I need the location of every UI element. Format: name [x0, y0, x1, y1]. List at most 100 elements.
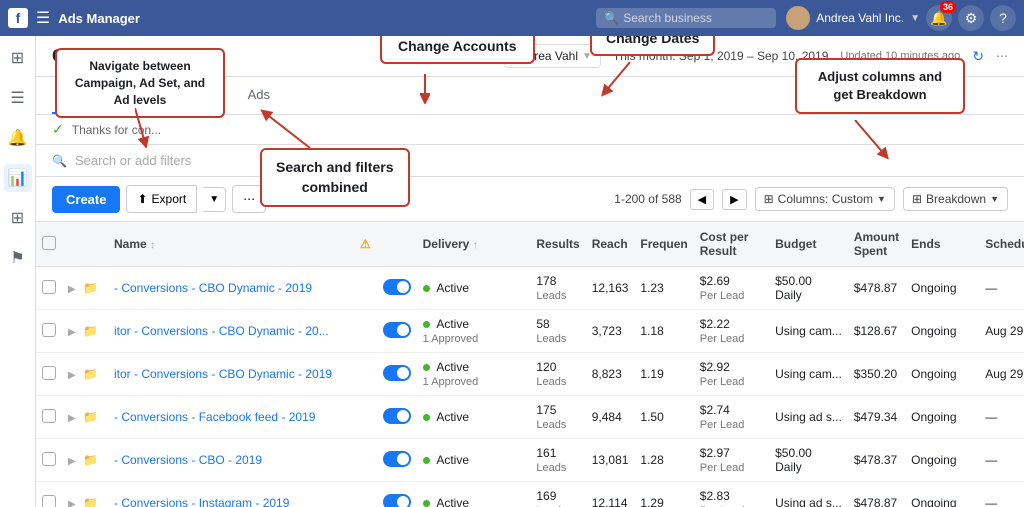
status-dot	[423, 364, 430, 371]
notifications-button[interactable]: 🔔 36	[926, 5, 952, 31]
campaign-name[interactable]: - Conversions - Facebook feed - 2019	[114, 410, 315, 424]
cell-edit	[518, 353, 530, 396]
expand-icon[interactable]: ▶	[68, 370, 76, 381]
expand-icon[interactable]: ▶	[68, 327, 76, 338]
pagination-next-button[interactable]: ▶	[722, 189, 746, 210]
col-results[interactable]: Results	[530, 222, 585, 267]
avatar	[786, 6, 810, 30]
row-checkbox[interactable]	[42, 409, 56, 423]
cell-results: 58 Leads	[530, 310, 585, 353]
delivery-status: Active	[436, 453, 469, 467]
more-button[interactable]: ⋯	[232, 185, 266, 213]
delivery-toggle[interactable]	[383, 408, 411, 424]
expand-icon[interactable]: ▶	[68, 456, 76, 467]
col-name[interactable]: Name ↕	[108, 222, 354, 267]
notification-bar: ✓ Thanks for con...	[36, 115, 1024, 145]
export-dropdown-button[interactable]: ▼	[203, 187, 226, 212]
col-spent[interactable]: AmountSpent	[848, 222, 905, 267]
col-toggle	[377, 222, 417, 267]
delivery-status: Active	[436, 496, 469, 507]
results-value: 161	[536, 446, 556, 460]
main-content: Campaigns Andrea Vahl ▼ This month: Sep …	[36, 36, 1024, 507]
reach-value: 12,114	[592, 496, 628, 507]
cell-cost: $2.97 Per Lead	[694, 439, 769, 482]
refresh-button[interactable]: ↻	[972, 48, 984, 65]
col-reach[interactable]: Reach	[586, 222, 635, 267]
budget-value: Using cam...	[775, 324, 842, 338]
more-options-icon[interactable]: ⋯	[996, 49, 1008, 63]
toolbar-left: Create ⬆ Export ▼ ⋯	[52, 185, 266, 213]
cell-edit	[518, 310, 530, 353]
export-button[interactable]: ⬆ Export	[126, 185, 197, 213]
cell-name: itor - Conversions - CBO Dynamic - 20...	[108, 310, 354, 353]
sidebar-grid-icon[interactable]: ⊞	[4, 204, 32, 232]
breakdown-button[interactable]: ⊞ Breakdown ▼	[903, 187, 1008, 211]
global-search-box[interactable]: 🔍	[596, 8, 776, 28]
folder-icon: 📁	[83, 453, 98, 467]
campaign-name[interactable]: - Conversions - CBO - 2019	[114, 453, 262, 467]
expand-icon[interactable]: ▶	[68, 413, 76, 424]
sidebar-home-icon[interactable]: ⊞	[4, 44, 32, 72]
delivery-toggle[interactable]	[383, 365, 411, 381]
global-search-input[interactable]	[623, 11, 763, 25]
delivery-substatus: 1 Approved	[423, 376, 479, 388]
sidebar-flag-icon[interactable]: ⚑	[4, 244, 32, 272]
select-all-checkbox[interactable]	[42, 236, 56, 250]
delivery-toggle[interactable]	[383, 451, 411, 467]
delivery-toggle[interactable]	[383, 494, 411, 507]
search-input[interactable]	[75, 153, 375, 168]
expand-icon[interactable]: ▶	[68, 284, 76, 295]
updated-info-label: Updated 10 minutes ago	[840, 50, 960, 62]
campaign-name[interactable]: - Conversions - Instagram - 2019	[114, 496, 289, 507]
budget-value: Using cam...	[775, 367, 842, 381]
col-freq[interactable]: Frequen	[634, 222, 693, 267]
hamburger-icon[interactable]: ☰	[36, 8, 50, 28]
campaign-name[interactable]: itor - Conversions - CBO Dynamic - 20...	[114, 324, 329, 338]
columns-icon: ⊞	[764, 192, 774, 206]
col-delivery[interactable]: Delivery ↑	[417, 222, 519, 267]
user-dropdown-icon[interactable]: ▼	[910, 13, 920, 24]
cell-results: 169 Leads	[530, 482, 585, 507]
sidebar-nav-icon[interactable]: ☰	[4, 84, 32, 112]
folder-icon: 📁	[83, 324, 98, 338]
delivery-toggle[interactable]	[383, 322, 411, 338]
schedule-value: —	[985, 453, 997, 467]
help-button[interactable]: ?	[990, 5, 1016, 31]
tab-ads[interactable]: Ads	[232, 77, 286, 114]
cell-freq: 1.50	[634, 396, 693, 439]
settings-button[interactable]: ⚙	[958, 5, 984, 31]
create-button[interactable]: Create	[52, 186, 120, 213]
row-checkbox[interactable]	[42, 323, 56, 337]
date-range-label: This month: Sep 1, 2019 – Sep 10, 2019	[613, 49, 828, 63]
row-checkbox[interactable]	[42, 366, 56, 380]
row-checkbox[interactable]	[42, 280, 56, 294]
left-sidebar: ⊞ ☰ 🔔 📊 ⊞ ⚑	[0, 36, 36, 507]
columns-button[interactable]: ⊞ Columns: Custom ▼	[755, 187, 895, 211]
row-checkbox[interactable]	[42, 495, 56, 507]
sidebar-bell-icon[interactable]: 🔔	[4, 124, 32, 152]
campaign-name[interactable]: - Conversions - CBO Dynamic - 2019	[114, 281, 312, 295]
account-selector[interactable]: Andrea Vahl ▼	[504, 44, 601, 68]
delivery-toggle[interactable]	[383, 279, 411, 295]
tab-adsets[interactable]: Ad Sets	[154, 77, 232, 114]
ends-value: Ongoing	[911, 410, 956, 424]
spent-value: $478.87	[854, 496, 897, 507]
row-checkbox[interactable]	[42, 452, 56, 466]
col-budget[interactable]: Budget	[769, 222, 848, 267]
col-ends[interactable]: Ends	[905, 222, 979, 267]
col-cost[interactable]: Cost perResult	[694, 222, 769, 267]
col-schedule[interactable]: Schedule	[979, 222, 1024, 267]
cell-cost: $2.83 Per Lead	[694, 482, 769, 507]
tab-campaigns[interactable]: Campaigns	[52, 77, 154, 114]
cell-spent: $479.34	[848, 396, 905, 439]
cell-expand: ▶ 📁	[62, 310, 108, 353]
results-value: 120	[536, 360, 556, 374]
campaign-name[interactable]: itor - Conversions - CBO Dynamic - 2019	[114, 367, 332, 381]
cost-type: Per Lead	[700, 333, 745, 345]
budget-value: Using ad s...	[775, 410, 842, 424]
expand-icon[interactable]: ▶	[68, 499, 76, 507]
cell-expand: ▶ 📁	[62, 439, 108, 482]
sidebar-chart-icon[interactable]: 📊	[4, 164, 32, 192]
freq-value: 1.50	[640, 410, 663, 424]
pagination-prev-button[interactable]: ◀	[690, 189, 714, 210]
